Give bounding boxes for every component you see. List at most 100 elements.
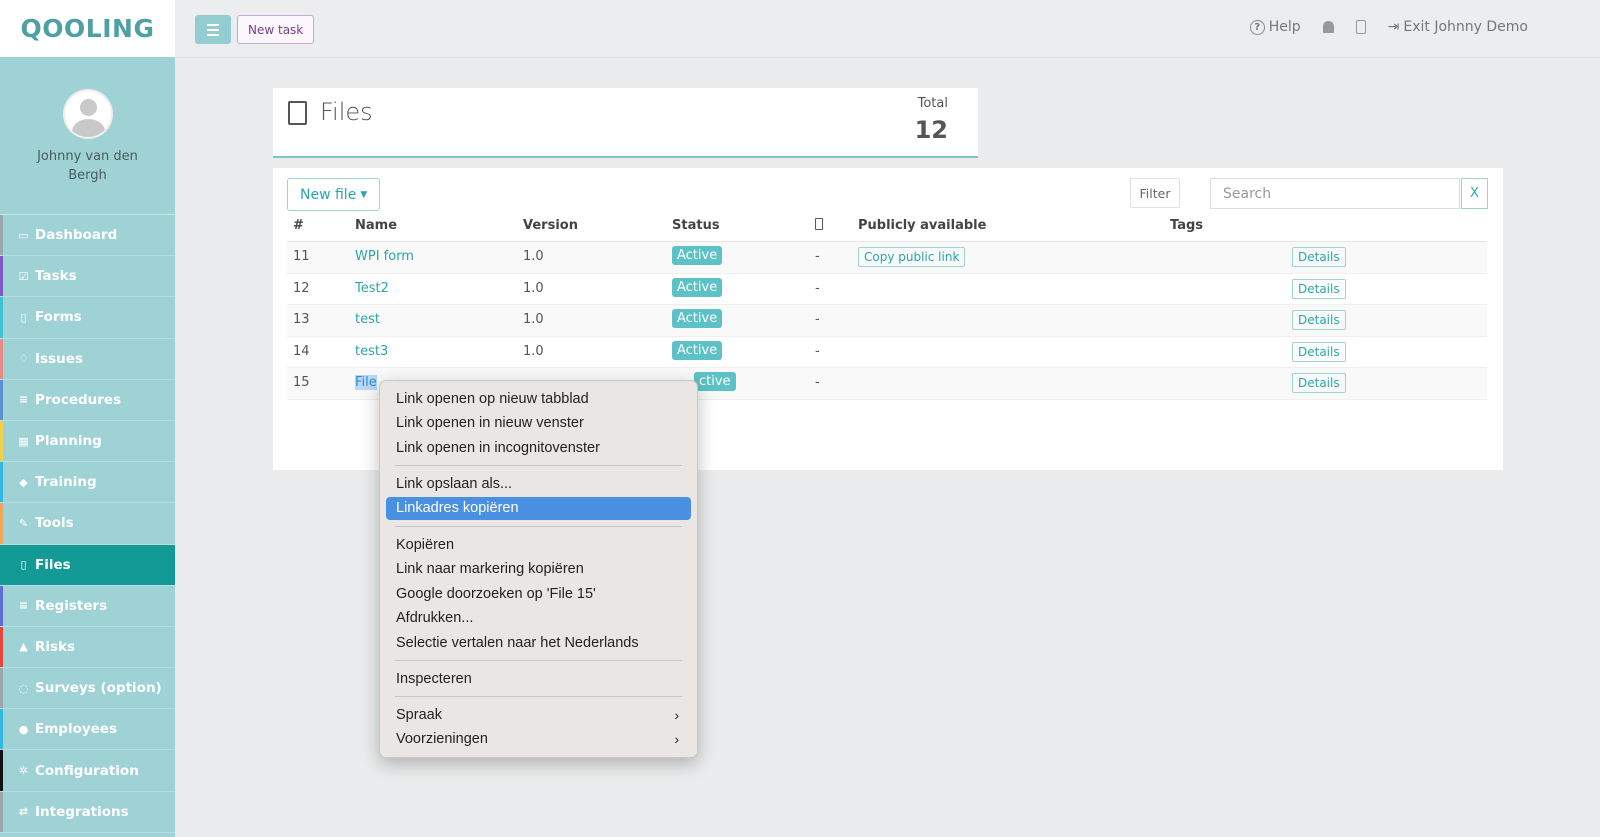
menu-item-copy-link-to-highlight[interactable]: Link naar markering kopiëren (386, 558, 691, 581)
details-button[interactable]: Details (1292, 373, 1346, 393)
menu-item-translate-selection[interactable]: Selectie vertalen naar het Nederlands (386, 631, 691, 654)
help-label: Help (1268, 19, 1301, 35)
mobile-button[interactable] (1355, 20, 1366, 34)
sidebar-item-surveys[interactable]: ◌ Surveys (option) (0, 668, 175, 710)
file-name-link[interactable]: Test2 (355, 281, 389, 296)
exchange-icon: ⇄ (18, 805, 29, 819)
menu-item-copy-link-address[interactable]: Linkadres kopiëren (386, 496, 691, 520)
menu-item-services[interactable]: Voorzieningen › (386, 728, 691, 751)
sidebar-item-tools[interactable]: ✎ Tools (0, 503, 175, 545)
document-icon: ▯ (20, 310, 27, 324)
sidebar-item-tasks[interactable]: ☑ Tasks (0, 256, 175, 298)
avatar[interactable] (62, 89, 113, 139)
pdf-file-icon (288, 101, 307, 125)
sidebar-item-training[interactable]: ◆ Training (0, 462, 175, 504)
filter-button[interactable]: Filter (1130, 178, 1180, 208)
clear-search-button[interactable]: X (1461, 178, 1488, 209)
status-badge: Active (672, 309, 723, 328)
menu-separator (395, 660, 682, 661)
details-button[interactable]: Details (1292, 310, 1346, 330)
copy-public-link-button[interactable]: Copy public link (858, 247, 966, 267)
menu-item-copy[interactable]: Kopiëren (386, 533, 691, 556)
sidebar-item-issues[interactable]: ♢ Issues (0, 338, 175, 380)
table-row: 11 WPI form 1.0 Active - Copy public lin… (287, 242, 1487, 274)
sidebar-item-label: Training (35, 474, 97, 491)
sidebar-item-label: Tools (35, 515, 74, 532)
sidebar-item-integrations[interactable]: ⇄ Integrations (0, 791, 175, 833)
files-header-card: Files Total 12 (273, 88, 978, 158)
sidebar-item-label: Issues (35, 350, 83, 367)
menu-item-speech[interactable]: Spraak › (386, 703, 691, 726)
exit-label: Exit Johnny Demo (1403, 19, 1528, 35)
sidebar-item-registers[interactable]: ≡ Registers (0, 585, 175, 627)
status-badge: Active (672, 246, 723, 265)
sidebar-item-employees[interactable]: ● Employees (0, 709, 175, 751)
sidebar-item-risks[interactable]: ▲ Risks (0, 626, 175, 669)
sidebar-item-label: Planning (35, 433, 102, 450)
row-id: 15 (293, 375, 310, 390)
sidebar-nav: ▭ Dashboard ☑ Tasks ▯ Forms ♢ Issues ≡ Proced… (0, 215, 175, 833)
notifications-button[interactable] (1322, 21, 1334, 33)
row-mobile: - (815, 249, 820, 264)
sidebar-item-configuration[interactable]: ✲ Configuration (0, 750, 175, 792)
row-id: 14 (293, 343, 310, 359)
chevron-right-icon: › (674, 706, 679, 723)
file-name-link[interactable]: test3 (355, 344, 388, 359)
menu-item-open-new-tab[interactable]: Link openen op nieuw tabblad (386, 387, 691, 410)
row-id: 12 (293, 280, 310, 296)
calendar-icon: ▦ (18, 434, 29, 448)
logo-area[interactable]: QOOLING (0, 0, 175, 57)
users-icon: ● (18, 722, 29, 736)
sidebar-item-label: Integrations (35, 803, 129, 820)
new-file-button[interactable]: New file ▼ (287, 178, 381, 211)
search-input[interactable]: Search (1210, 178, 1460, 209)
menu-item-inspect[interactable]: Inspecteren (386, 667, 691, 690)
menu-item-label: Spraak (396, 706, 442, 723)
sidebar-item-files[interactable]: ▯ Files (0, 544, 175, 586)
sidebar-item-label: Tasks (35, 268, 77, 285)
sidebar-item-label: Files (35, 556, 71, 573)
bell-icon: ♢ (18, 352, 29, 366)
menu-item-save-link-as[interactable]: Link opslaan als... (386, 472, 691, 495)
file-name-link[interactable]: test (355, 312, 380, 327)
menu-item-print[interactable]: Afdrukken... (386, 607, 691, 630)
details-button[interactable]: Details (1292, 247, 1346, 267)
sidebar-item-label: Configuration (35, 762, 139, 779)
row-mobile: - (815, 312, 820, 327)
details-button[interactable]: Details (1292, 341, 1346, 362)
bell-icon (1322, 21, 1334, 33)
sidebar-item-forms[interactable]: ▯ Forms (0, 297, 175, 339)
hamburger-menu-button[interactable] (195, 15, 231, 44)
check-square-icon: ☑ (18, 269, 29, 283)
sidebar-item-label: Employees (35, 721, 118, 738)
menu-item-google-search[interactable]: Google doorzoeken op 'File 15' (386, 582, 691, 605)
file-name-link[interactable]: File (355, 375, 377, 390)
exit-demo-link[interactable]: ⇥ Exit Johnny Demo (1388, 19, 1528, 35)
menu-item-open-new-window[interactable]: Link openen in nieuw venster (386, 412, 691, 435)
col-header-mobile[interactable] (815, 218, 823, 234)
row-mobile: - (815, 375, 820, 390)
sidebar-item-procedures[interactable]: ≡ Procedures (0, 379, 175, 421)
caret-down-icon: ▼ (360, 189, 368, 200)
menu-separator (395, 465, 682, 466)
row-version: 1.0 (523, 343, 544, 359)
details-button[interactable]: Details (1292, 278, 1346, 299)
col-header-version[interactable]: Version (523, 218, 578, 233)
chat-icon: ◌ (18, 681, 29, 695)
col-header-status[interactable]: Status (672, 218, 720, 233)
menu-item-open-incognito[interactable]: Link openen in incognitovenster (386, 436, 691, 459)
col-header-name[interactable]: Name (355, 218, 397, 233)
graduation-cap-icon: ◆ (19, 475, 28, 489)
col-header-id[interactable]: # (293, 218, 304, 233)
new-task-button[interactable]: New task (237, 15, 315, 44)
table-header: # Name Version Status Publicly available… (287, 218, 1487, 242)
col-header-tags[interactable]: Tags (1170, 218, 1203, 233)
logo: QOOLING (20, 14, 155, 43)
mobile-phone-icon (1355, 20, 1366, 34)
col-header-public[interactable]: Publicly available (858, 218, 986, 233)
sidebar-item-planning[interactable]: ▦ Planning (0, 420, 175, 463)
file-name-link[interactable]: WPI form (355, 249, 414, 264)
profile: Johnny van den Bergh (0, 57, 175, 215)
sidebar-item-dashboard[interactable]: ▭ Dashboard (0, 215, 175, 257)
help-link[interactable]: ? Help (1249, 19, 1301, 35)
